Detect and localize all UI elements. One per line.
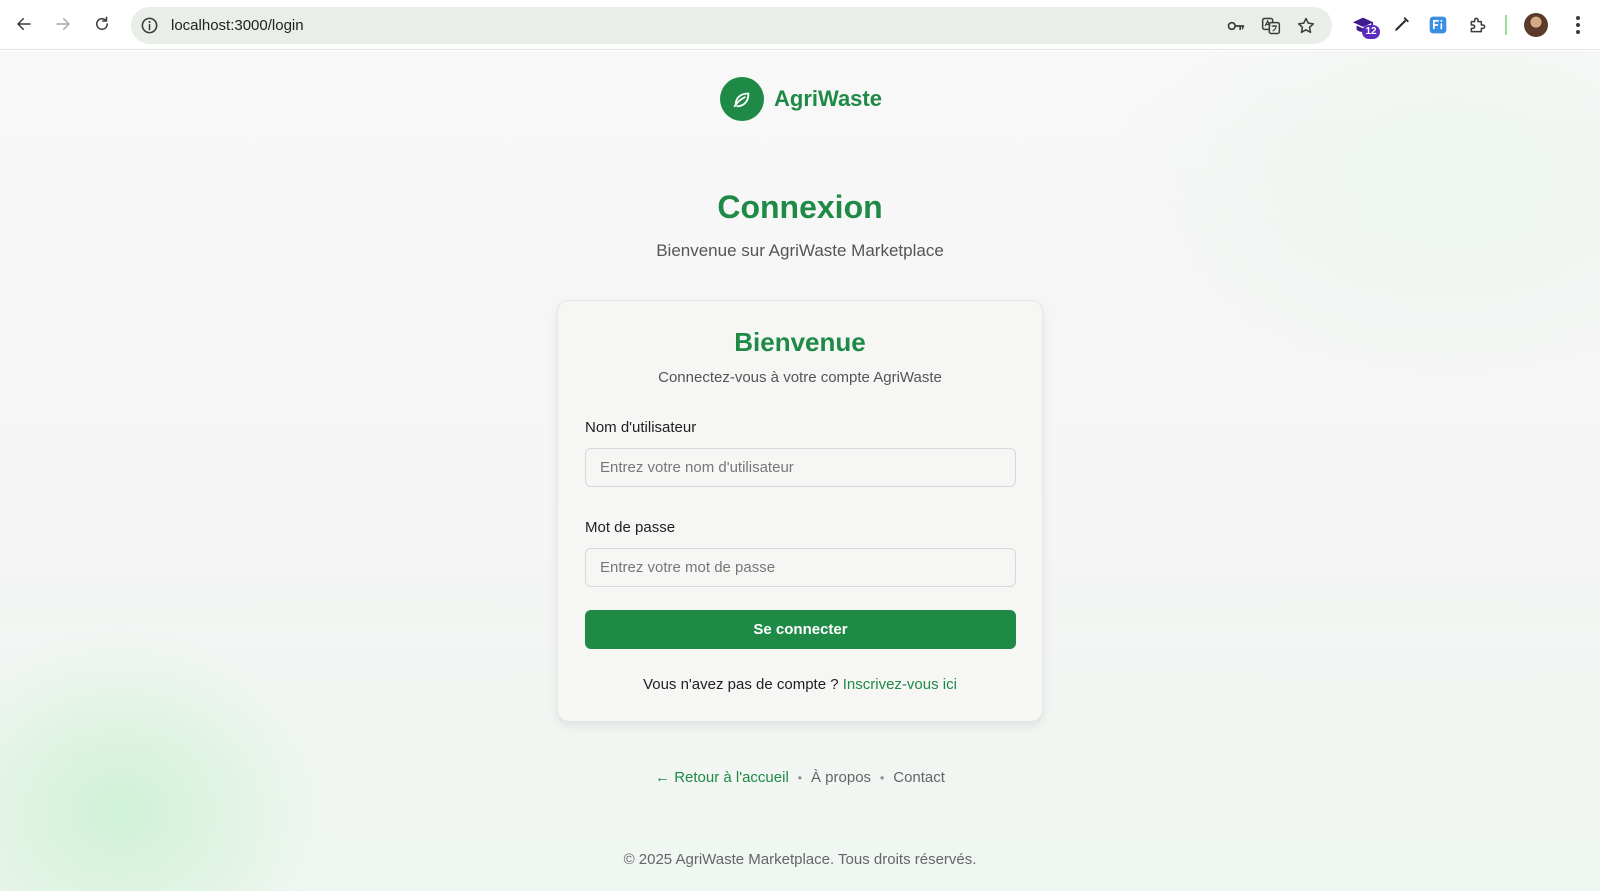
leaf-icon (733, 92, 750, 108)
info-circle-icon[interactable] (140, 16, 159, 35)
signup-prompt-text: Vous n'avez pas de compte ? (643, 676, 839, 693)
brand-header[interactable]: AgriWaste (720, 77, 882, 121)
extension-badge: 12 (1362, 25, 1380, 39)
fi-extension[interactable] (1425, 12, 1451, 38)
password-input[interactable] (585, 548, 1016, 587)
arrow-left-icon (17, 18, 31, 30)
fi-icon (1429, 16, 1447, 34)
page-subtitle: Bienvenue sur AgriWaste Marketplace (656, 241, 944, 260)
username-label: Nom d'utilisateur (585, 419, 697, 436)
extensions-button[interactable] (1465, 12, 1491, 38)
login-card: Bienvenue Connectez-vous à votre compte … (557, 300, 1043, 722)
more-vertical-icon (1576, 16, 1580, 34)
toolbar-divider (1505, 15, 1507, 35)
password-label: Mot de passe (585, 519, 676, 536)
brand-logo (720, 77, 764, 121)
address-bar[interactable]: localhost:3000/login (131, 7, 1332, 44)
reload-icon (96, 16, 108, 30)
page-title: Connexion (717, 189, 883, 225)
login-button[interactable]: Se connecter (585, 610, 1016, 649)
login-page: AgriWaste Connexion Bienvenue sur AgriWa… (0, 51, 1600, 891)
arrow-right-icon (56, 18, 70, 30)
browser-toolbar: localhost:3000/login 12 (0, 0, 1600, 50)
back-button[interactable] (11, 11, 37, 37)
key-icon[interactable] (1225, 15, 1247, 37)
signup-prompt: Vous n'avez pas de compte ? Inscrivez-vo… (558, 676, 1042, 693)
footer-links: ← Retour à l'accueil • À propos • Contact (0, 769, 1600, 786)
about-link[interactable]: À propos (811, 769, 871, 786)
star-icon[interactable] (1295, 15, 1317, 37)
signup-link[interactable]: Inscrivez-vous ici (843, 676, 957, 693)
avatar[interactable] (1524, 13, 1548, 37)
translate-icon[interactable] (1260, 15, 1282, 37)
reload-button[interactable] (89, 11, 115, 37)
graduation-cap-extension[interactable]: 12 (1350, 12, 1380, 39)
card-subtitle: Connectez-vous à votre compte AgriWaste (658, 369, 942, 386)
link-separator: • (880, 771, 885, 785)
back-home-link[interactable]: ← Retour à l'accueil (655, 769, 789, 786)
contact-link[interactable]: Contact (893, 769, 945, 786)
username-input[interactable] (585, 448, 1016, 487)
link-separator: • (797, 771, 802, 785)
forward-button[interactable] (50, 11, 76, 37)
card-title: Bienvenue (734, 327, 866, 357)
puzzle-icon (1470, 17, 1486, 33)
url-text[interactable]: localhost:3000/login (171, 16, 304, 35)
brand-name: AgriWaste (774, 86, 882, 111)
browser-menu-button[interactable] (1568, 13, 1588, 37)
pen-icon (1395, 17, 1409, 31)
pen-extension[interactable] (1388, 12, 1414, 38)
copyright-text: © 2025 AgriWaste Marketplace. Tous droit… (623, 851, 977, 868)
